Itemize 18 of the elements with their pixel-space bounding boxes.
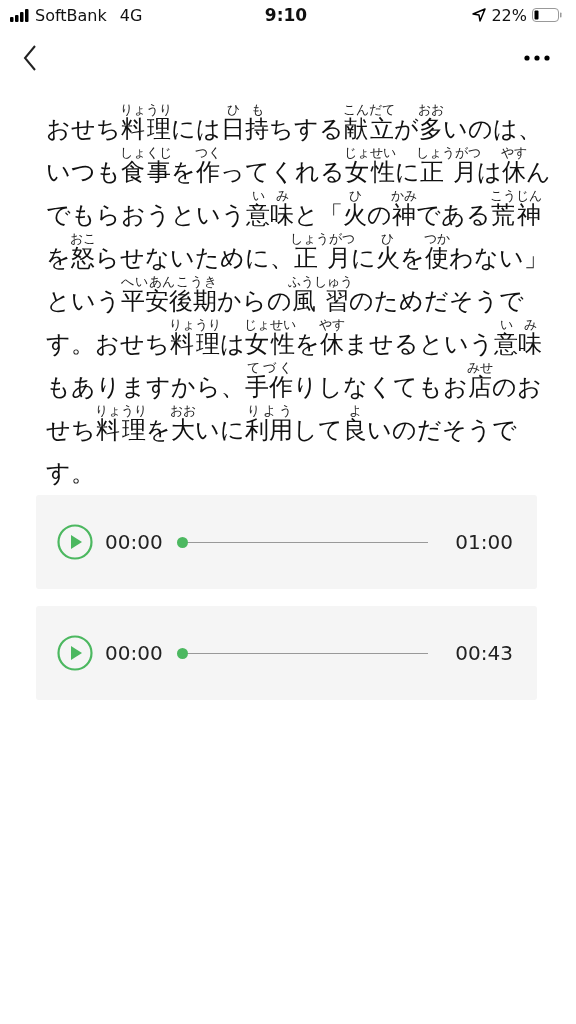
battery-percent: 22% bbox=[491, 5, 527, 25]
progress-thumb[interactable] bbox=[176, 647, 188, 659]
duration-time: 01:00 bbox=[455, 530, 513, 554]
back-icon[interactable] bbox=[23, 45, 37, 71]
battery-icon bbox=[532, 8, 562, 22]
elapsed-time: 00:00 bbox=[105, 530, 163, 554]
progress-thumb[interactable] bbox=[176, 536, 188, 548]
location-arrow-icon bbox=[472, 8, 487, 22]
article-text: おせち料理 りょうり には 日持 ひも ちする献立 こんだて が多 おお いのは、 いつも 食事 しょくじ を作 つく ってくれる女性 じょせい に正月 しょうがつ は休 やす ん でもらおうという 意味 いみ と「火 ひ の神 かみ である荒神 こうじん を怒 おこ らせないために、正月 しょうがつ に火 ひ を使 つか わない」 という 平安後期 へいあんこうき からの風習 ふうしゅう のためだそうで す。おせち料理 りょうり は女性 じょせい を休 やす ませるという 意味 いみ もありますから、手作 てづく りしなくてもお店 みせ のお せち料理 りょうり を大 おお いに利用 りよう して 良 よ いのだそうで す。 bbox=[46, 104, 552, 489]
clock: 9:10 bbox=[264, 5, 308, 25]
carrier-name: SoftBank bbox=[35, 5, 107, 25]
more-icon[interactable] bbox=[524, 55, 550, 61]
signal-icon bbox=[10, 8, 30, 22]
elapsed-time: 00:00 bbox=[105, 641, 163, 665]
play-icon[interactable] bbox=[57, 524, 93, 560]
duration-time: 00:43 bbox=[455, 641, 513, 665]
network-type: 4G bbox=[119, 5, 143, 25]
play-icon[interactable] bbox=[57, 635, 93, 671]
